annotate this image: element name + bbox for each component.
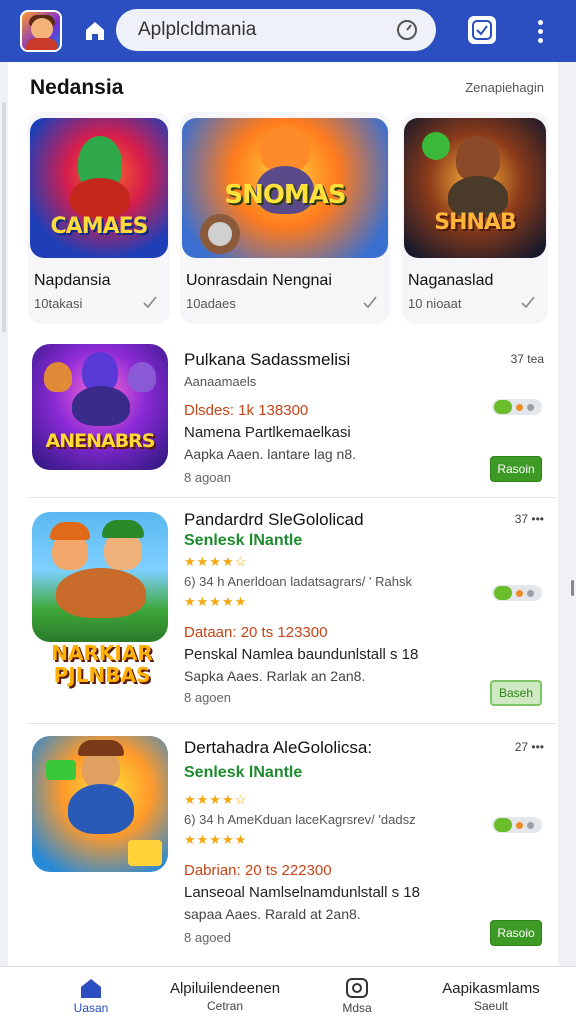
- rating-stars: ★★★★★: [184, 832, 248, 847]
- app-age: 8 agoed: [184, 930, 231, 945]
- more-options-button[interactable]: [530, 14, 550, 48]
- rating-count: 37 •••: [514, 512, 544, 526]
- featured-card[interactable]: SNOMAS Uonrasdain Nengnai 10adaes: [180, 112, 390, 324]
- home-icon: [86, 22, 104, 40]
- featured-thumbnail: CAMAES: [30, 118, 168, 258]
- rating-stars: ★★★★☆: [184, 554, 248, 569]
- download-count: Dataan: 20 ts 123300: [184, 624, 328, 641]
- nav-label: Mdsa: [342, 1001, 372, 1015]
- nav-category[interactable]: Alpiluilendeenen Cetran: [160, 967, 290, 1024]
- check-icon: [521, 296, 535, 309]
- featured-name: Napdansia: [34, 272, 111, 289]
- app-description: Namena Partlkemaelkasi: [184, 424, 351, 441]
- featured-thumbnail: SNOMAS: [182, 118, 388, 258]
- rating-count: 37 tea: [510, 352, 544, 366]
- install-button[interactable]: Rasoin: [490, 456, 542, 482]
- game-logo: SHNAB: [434, 210, 516, 235]
- top-app-bar: [0, 0, 576, 62]
- bottom-nav: Uasan Alpiluilendeenen Cetran Mdsa Aapik…: [0, 966, 576, 1024]
- status-toggle[interactable]: [492, 585, 542, 601]
- game-logo: NARKIAR PJLNBAS: [51, 641, 153, 687]
- download-count: Dlsdes: 1k 138300: [184, 402, 309, 419]
- featured-sub: 10takasi: [34, 296, 83, 311]
- install-button[interactable]: Baseh: [490, 680, 542, 706]
- app-category: Senlesk lNantle: [184, 532, 303, 549]
- section-see-all-link[interactable]: Zenapiehagin: [465, 80, 544, 95]
- camera-icon: [346, 978, 368, 998]
- app-title: Dertahadra AleGololicsa:: [184, 738, 373, 757]
- list-item[interactable]: Dertahadra AleGololicsa: Senlesk lNantle…: [28, 724, 556, 966]
- list-item[interactable]: NARKIAR PJLNBAS Pandardrd SleGololicad S…: [28, 498, 556, 724]
- nav-label: Saeult: [473, 998, 509, 1013]
- app-title: Pandardrd SleGololicad: [184, 510, 364, 529]
- featured-card[interactable]: SHNAB Naganaslad 10 nioaat: [402, 112, 548, 324]
- check-badge-icon: [472, 20, 492, 40]
- rating-count: 27 •••: [514, 740, 544, 754]
- check-icon: [363, 296, 377, 309]
- game-icon: [32, 512, 168, 642]
- nav-label: Uasan: [73, 1001, 109, 1015]
- home-button[interactable]: [80, 16, 110, 46]
- nav-label: Cetran: [206, 998, 244, 1013]
- app-category: Senlesk lNantle: [184, 764, 303, 781]
- app-tagline: Sapka Aaes. Rarlak an 2an8.: [184, 668, 366, 684]
- featured-sub: 10adaes: [186, 296, 236, 311]
- game-logo: SNOMAS: [224, 180, 346, 210]
- nav-apps[interactable]: Aapikasmlams Saeult: [428, 967, 554, 1024]
- search-input[interactable]: [138, 19, 378, 41]
- home-icon: [81, 979, 101, 998]
- search-bar[interactable]: [116, 9, 436, 51]
- check-icon: [143, 296, 157, 309]
- rating-stars: ★★★★★: [184, 594, 248, 609]
- app-tagline: sapaa Aaes. Rarald at 2an8.: [184, 906, 361, 922]
- app-age: 8 agoen: [184, 690, 231, 705]
- app-developer: Aanaamaels: [184, 374, 257, 389]
- left-scroll-track: [2, 102, 6, 332]
- app-description: Penskal Namlea baundunlstall s 18: [184, 646, 419, 663]
- status-toggle[interactable]: [492, 399, 542, 415]
- nav-title: Aapikasmlams: [442, 979, 540, 997]
- clock-icon[interactable]: [396, 19, 418, 41]
- section-title: Nedansia: [30, 76, 124, 99]
- scrollbar[interactable]: [571, 580, 574, 596]
- app-meta: 6) 34 h AmeKduan laceKagrsrev/ 'dadsz: [184, 812, 416, 827]
- featured-sub: 10 nioaat: [408, 296, 462, 311]
- rating-stars: ★★★★☆: [184, 792, 248, 807]
- left-edge: [0, 62, 8, 966]
- install-button[interactable]: Rasoio: [490, 920, 542, 946]
- game-logo: ANENABRS: [45, 430, 156, 452]
- nav-media[interactable]: Mdsa: [322, 967, 392, 1024]
- verified-button[interactable]: [468, 16, 496, 44]
- app-avatar[interactable]: [20, 10, 62, 52]
- download-count: Dabrian: 20 ts 222300: [184, 862, 332, 879]
- app-description: Lanseoal Namlselnamdunlstall s 18: [184, 884, 420, 901]
- app-tagline: Aapka Aaen. lantare lag n8.: [184, 446, 357, 462]
- nav-title: Alpiluilendeenen: [169, 979, 281, 997]
- featured-name: Uonrasdain Nengnai: [186, 272, 332, 289]
- app-age: 8 agoan: [184, 470, 231, 485]
- app-meta: 6) 34 h Anerldoan ladatsagrars/ ' Rahsk: [184, 574, 412, 589]
- game-icon: ANENABRS: [32, 344, 168, 470]
- nav-home[interactable]: Uasan: [56, 967, 126, 1024]
- game-icon: [32, 736, 168, 872]
- list-item[interactable]: ANENABRS Pulkana Sadassmelisi Aanaamaels…: [28, 336, 556, 498]
- game-logo: CAMAES: [50, 214, 149, 239]
- right-edge: [558, 62, 576, 966]
- featured-card[interactable]: CAMAES Napdansia 10takasi: [28, 112, 170, 324]
- featured-name: Naganaslad: [408, 272, 494, 289]
- featured-thumbnail: SHNAB: [404, 118, 546, 258]
- app-title: Pulkana Sadassmelisi: [184, 350, 351, 369]
- status-toggle[interactable]: [492, 817, 542, 833]
